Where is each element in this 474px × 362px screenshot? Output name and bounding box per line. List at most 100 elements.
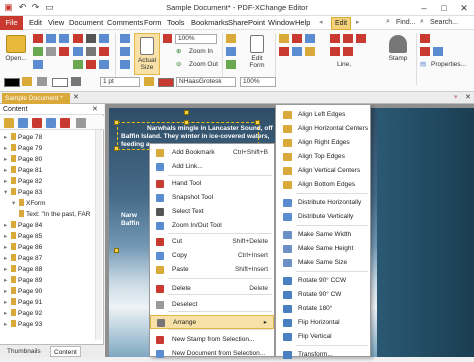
expand-icon[interactable] bbox=[76, 118, 86, 128]
zoom-in-button[interactable]: Zoom In bbox=[189, 47, 213, 57]
note-icon[interactable] bbox=[292, 47, 302, 56]
tree-item-page[interactable]: ▸ Page 84 bbox=[4, 220, 42, 231]
expand-icon[interactable]: ▸ bbox=[4, 253, 11, 264]
zoom-in-icon[interactable]: ⊕ bbox=[176, 47, 181, 57]
expand-icon[interactable]: ▸ bbox=[4, 132, 11, 143]
save-icon[interactable] bbox=[46, 34, 56, 43]
expand-icon[interactable]: ▸ bbox=[4, 264, 11, 275]
settings-icon[interactable] bbox=[4, 118, 14, 128]
arrange-menu-item[interactable]: Flip Horizontal bbox=[276, 316, 370, 330]
page-text-line[interactable]: Narw bbox=[121, 212, 137, 219]
export-icon[interactable] bbox=[59, 47, 69, 56]
hand-tool-icon[interactable] bbox=[73, 34, 83, 43]
properties-icon[interactable]: ▤ bbox=[420, 60, 426, 70]
arrange-menu-item[interactable]: Transform... bbox=[276, 348, 370, 362]
menu-tools[interactable]: Tools bbox=[167, 18, 185, 27]
expand-icon[interactable]: ▸ bbox=[4, 231, 11, 242]
context-menu-item[interactable]: Select Text bbox=[150, 205, 274, 219]
document-tab[interactable]: Sample Document * bbox=[2, 93, 70, 104]
select-tool-icon[interactable] bbox=[86, 34, 96, 43]
rectangle-icon[interactable] bbox=[330, 34, 340, 43]
polyline-icon[interactable] bbox=[343, 47, 353, 56]
clear-icon[interactable] bbox=[420, 47, 430, 56]
tree-item-page[interactable]: ▸ Page 91 bbox=[4, 297, 42, 308]
arrange-menu-item[interactable]: Align Right Edges bbox=[276, 136, 370, 150]
tree-item-page[interactable]: ▸ Page 81 bbox=[4, 165, 42, 176]
underline-icon[interactable] bbox=[292, 34, 302, 43]
expand-icon[interactable]: ▸ bbox=[4, 275, 11, 286]
open-button[interactable]: Open... bbox=[3, 35, 29, 62]
tab-left-icon[interactable]: ◂ bbox=[319, 18, 323, 26]
page-text-line[interactable]: feeding a bbox=[121, 141, 150, 148]
arrange-menu-item[interactable]: Distribute Horizontally bbox=[276, 196, 370, 210]
edit-tool-icon[interactable] bbox=[99, 47, 109, 56]
pane-cut-icon[interactable] bbox=[32, 118, 42, 128]
pane-copy-icon[interactable] bbox=[46, 118, 56, 128]
text-box-icon[interactable] bbox=[226, 34, 236, 43]
pane-scrollbar[interactable] bbox=[95, 130, 102, 340]
context-menu-item[interactable]: Hand Tool bbox=[150, 177, 274, 191]
fit-visible-icon[interactable] bbox=[120, 60, 130, 69]
menu-document[interactable]: Document bbox=[69, 18, 103, 27]
fit-page-icon[interactable] bbox=[120, 34, 130, 43]
zoom-combo[interactable]: 100% bbox=[175, 34, 217, 44]
context-menu-item[interactable]: New Document from Selection... bbox=[150, 347, 274, 361]
close-icon[interactable]: ✕ bbox=[454, 0, 474, 16]
line-button[interactable]: Line, bbox=[337, 60, 351, 70]
tree-item-child[interactable]: ▾ XForm bbox=[12, 198, 46, 209]
menu-form[interactable]: Form bbox=[144, 18, 162, 27]
pane-delete-icon[interactable] bbox=[60, 118, 70, 128]
actual-size-button[interactable]: Actual Size bbox=[134, 33, 160, 75]
search-icon[interactable]: ⌕ bbox=[420, 18, 424, 26]
context-menu-item[interactable]: Cut Shift+Delete bbox=[150, 235, 274, 249]
find-icon[interactable]: ⌕ bbox=[386, 18, 390, 26]
tree-item-page[interactable]: ▸ Page 85 bbox=[4, 231, 42, 242]
highlight-icon[interactable] bbox=[279, 34, 289, 43]
measure-icon[interactable] bbox=[99, 60, 109, 69]
tree-item-page[interactable]: ▸ Page 82 bbox=[4, 176, 42, 187]
expand-icon[interactable]: ▸ bbox=[4, 176, 11, 187]
tree-item-page[interactable]: ▾ Page 83 bbox=[4, 187, 42, 198]
selection-handle[interactable] bbox=[114, 120, 119, 125]
arrange-menu-item[interactable]: Align Left Edges bbox=[276, 108, 370, 122]
arrange-menu-item[interactable]: Rotate 90° CW bbox=[276, 288, 370, 302]
tab-thumbnails[interactable]: Thumbnails bbox=[4, 346, 44, 357]
stamp-small-icon[interactable] bbox=[86, 60, 96, 69]
expand-icon[interactable]: ▸ bbox=[4, 297, 11, 308]
tab-close-icon[interactable]: ✕ bbox=[73, 93, 79, 101]
context-menu-item[interactable]: Snapshot Tool bbox=[150, 191, 274, 205]
menu-edit[interactable]: Edit bbox=[29, 18, 42, 27]
menu-bookmarks[interactable]: Bookmarks bbox=[191, 18, 229, 27]
fill-icon[interactable] bbox=[22, 77, 32, 86]
tab-right-icon[interactable]: ▸ bbox=[356, 18, 360, 26]
expand-icon[interactable]: ▸ bbox=[4, 319, 11, 330]
expand-icon[interactable]: ▸ bbox=[4, 242, 11, 253]
oval-icon[interactable] bbox=[343, 34, 353, 43]
tree-item-page[interactable]: ▸ Page 93 bbox=[4, 319, 42, 330]
context-menu-item[interactable]: New Stamp from Selection... bbox=[150, 333, 274, 347]
text-color-swatch[interactable] bbox=[158, 78, 174, 87]
arrange-menu-item[interactable]: Align Top Edges bbox=[276, 150, 370, 164]
edit-form-button[interactable]: Edit Form bbox=[244, 33, 270, 69]
expand-icon[interactable]: ▸ bbox=[4, 308, 11, 319]
context-menu-item[interactable]: Zoom In/Out Tool bbox=[150, 219, 274, 233]
pdf-icon[interactable] bbox=[33, 34, 43, 43]
link-tool-icon[interactable] bbox=[73, 60, 83, 69]
pane-close-icon[interactable]: ✕ bbox=[92, 105, 98, 113]
arrange-menu-item[interactable]: Make Same Size bbox=[276, 256, 370, 270]
checkbox-icon[interactable] bbox=[226, 60, 236, 69]
selection-handle[interactable] bbox=[114, 146, 119, 151]
page-text-line[interactable]: Baffin bbox=[121, 220, 139, 227]
context-menu-item[interactable]: Add Link... bbox=[150, 160, 274, 174]
tree-item-page[interactable]: ▸ Page 88 bbox=[4, 264, 42, 275]
arrange-menu-item[interactable]: Rotate 90° CCW bbox=[276, 274, 370, 288]
button-icon[interactable] bbox=[226, 47, 236, 56]
context-menu-item[interactable]: Arrange ▸ bbox=[150, 315, 274, 329]
arrange-menu-item[interactable]: Make Same Width bbox=[276, 228, 370, 242]
collapse-icon[interactable]: ▾ bbox=[4, 187, 11, 198]
arrow-icon[interactable] bbox=[330, 47, 340, 56]
typewriter-icon[interactable] bbox=[305, 47, 315, 56]
arrange-menu-item[interactable]: Align Horizontal Centers bbox=[276, 122, 370, 136]
menu-comments[interactable]: Comments bbox=[107, 18, 143, 27]
context-menu-item[interactable]: Deselect bbox=[150, 298, 274, 312]
